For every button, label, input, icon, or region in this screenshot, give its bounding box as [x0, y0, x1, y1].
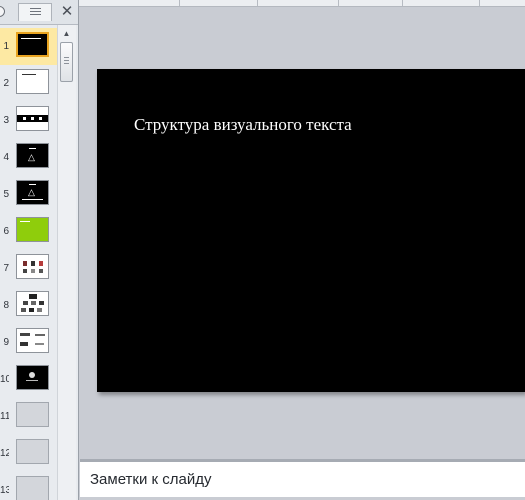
- slide-number: 8: [3, 300, 9, 311]
- slide-number: 6: [3, 226, 9, 237]
- slide-thumbnail-row[interactable]: 3: [0, 102, 57, 139]
- slides-tab[interactable]: [0, 3, 12, 21]
- slide-thumbnail-row[interactable]: 9: [0, 324, 57, 361]
- slide-thumbnail[interactable]: [16, 439, 49, 464]
- slide-thumbnail[interactable]: △: [16, 143, 49, 168]
- slide-number: 5: [3, 189, 9, 200]
- ruler-strip: [79, 0, 525, 7]
- slide-thumbnail[interactable]: [16, 402, 49, 427]
- slide-thumbnail[interactable]: [16, 328, 49, 353]
- slides-pane: ✕ 1 2 3 4 △ 5 △ 6 7 8 9 10 11 12 13 ▲: [0, 0, 79, 500]
- slide-thumbnail[interactable]: [16, 217, 49, 242]
- slide-thumbnail-row[interactable]: 7: [0, 250, 57, 287]
- slide-thumbnail[interactable]: △: [16, 180, 49, 205]
- slide-thumbnail-list: 1 2 3 4 △ 5 △ 6 7 8 9 10 11 12 13: [0, 25, 57, 500]
- slides-tab-icon: [0, 6, 5, 17]
- ruler-tick: [179, 0, 180, 6]
- slide-thumbnail-row[interactable]: 4 △: [0, 139, 57, 176]
- slide-number: 3: [3, 115, 9, 126]
- outline-tab-icon: [30, 8, 41, 17]
- slide-number: 10: [0, 374, 9, 385]
- slide-thumbnail[interactable]: [16, 476, 49, 500]
- slide-thumbnail[interactable]: [16, 69, 49, 94]
- ruler-tick: [338, 0, 339, 6]
- slide-number: 9: [3, 337, 9, 348]
- slide-number: 13: [0, 485, 9, 496]
- slide-thumbnail-row[interactable]: 13: [0, 472, 57, 500]
- pane-tabs: ✕: [0, 0, 78, 25]
- scrollbar-thumb[interactable]: [60, 42, 73, 82]
- slide-number: 1: [3, 41, 9, 52]
- slide-thumbnail[interactable]: [16, 291, 49, 316]
- slide-editing-area: Структура визуального текста: [80, 7, 525, 459]
- slide-thumbnail[interactable]: [16, 254, 49, 279]
- slide-thumbnail-row[interactable]: 2: [0, 65, 57, 102]
- slide-number: 2: [3, 78, 9, 89]
- slide-thumbnail-row[interactable]: 8: [0, 287, 57, 324]
- slide-thumbnail[interactable]: [16, 365, 49, 390]
- slide-thumbnail[interactable]: [16, 106, 49, 131]
- outline-tab[interactable]: [18, 3, 52, 21]
- slide-thumbnail-row[interactable]: 10: [0, 361, 57, 398]
- slide-thumbnail-row[interactable]: 1: [0, 28, 57, 65]
- slide-title[interactable]: Структура визуального текста: [134, 115, 352, 135]
- slide-thumbnail-row[interactable]: 6: [0, 213, 57, 250]
- grip-icon: [64, 57, 69, 64]
- slide-number: 7: [3, 263, 9, 274]
- ruler-tick: [257, 0, 258, 6]
- slide-thumbnail-row[interactable]: 12: [0, 435, 57, 472]
- slide-number: 12: [0, 448, 9, 459]
- ruler-tick: [402, 0, 403, 6]
- slide-number: 11: [0, 411, 9, 422]
- scroll-up-arrow-icon[interactable]: ▲: [60, 28, 73, 39]
- notes-pane[interactable]: Заметки к слайду: [80, 459, 525, 500]
- slide-thumbnail-row[interactable]: 5 △: [0, 176, 57, 213]
- current-slide[interactable]: Структура визуального текста: [97, 69, 525, 392]
- thumbnail-scrollbar[interactable]: ▲: [57, 25, 76, 500]
- notes-placeholder[interactable]: Заметки к слайду: [90, 471, 212, 488]
- slide-thumbnail-row[interactable]: 11: [0, 398, 57, 435]
- ruler-tick: [479, 0, 480, 6]
- slide-thumbnail[interactable]: [16, 32, 49, 57]
- slide-number: 4: [3, 152, 9, 163]
- close-pane-icon[interactable]: ✕: [59, 4, 75, 20]
